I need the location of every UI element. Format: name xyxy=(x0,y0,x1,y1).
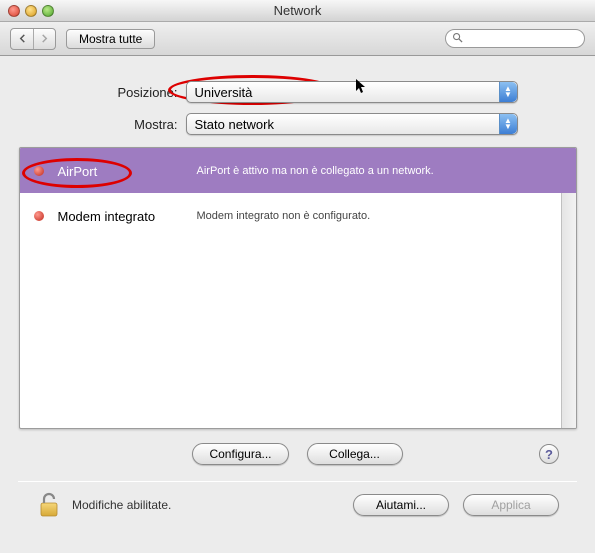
content: Posizione: Università ▲▼ Mostra: Stato n… xyxy=(0,56,595,518)
show-all-button[interactable]: Mostra tutte xyxy=(66,29,155,49)
footer-status: Modifiche abilitate. xyxy=(72,498,343,512)
show-row: Mostra: Stato network ▲▼ xyxy=(78,113,518,135)
window-title: Network xyxy=(0,3,595,18)
interfaces-list: AirPort AirPort è attivo ma non è colleg… xyxy=(19,147,577,429)
interface-desc: Modem integrato non è configurato. xyxy=(197,207,558,222)
forward-button[interactable] xyxy=(33,29,55,49)
interface-name: AirPort xyxy=(58,162,183,179)
lock-icon[interactable] xyxy=(36,492,62,518)
action-row: Configura... Collega... ? xyxy=(18,443,577,465)
separator xyxy=(18,481,577,482)
interface-name: Modem integrato xyxy=(58,207,183,224)
configure-button[interactable]: Configura... xyxy=(192,443,288,465)
show-value: Stato network xyxy=(195,117,275,132)
help-me-button[interactable]: Aiutami... xyxy=(353,494,449,516)
interface-row-modem[interactable]: Modem integrato Modem integrato non è co… xyxy=(20,193,576,238)
configure-label: Configura... xyxy=(209,447,271,461)
location-select[interactable]: Università ▲▼ xyxy=(186,81,518,103)
interface-desc: AirPort è attivo ma non è collegato a un… xyxy=(197,162,558,177)
titlebar: Network xyxy=(0,0,595,22)
footer-buttons: Aiutami... Applica xyxy=(353,494,559,516)
apply-label: Applica xyxy=(491,498,530,512)
back-button[interactable] xyxy=(11,29,33,49)
help-label: ? xyxy=(545,447,553,462)
toolbar: Mostra tutte xyxy=(0,22,595,56)
show-select[interactable]: Stato network ▲▼ xyxy=(186,113,518,135)
show-label: Mostra: xyxy=(78,117,178,132)
show-all-label: Mostra tutte xyxy=(79,32,142,46)
help-me-label: Aiutami... xyxy=(376,498,426,512)
apply-button[interactable]: Applica xyxy=(463,494,559,516)
select-arrows-icon: ▲▼ xyxy=(499,82,517,102)
footer: Modifiche abilitate. Aiutami... Applica xyxy=(18,492,577,518)
search-icon xyxy=(452,32,463,46)
location-row: Posizione: Università ▲▼ xyxy=(78,81,518,103)
location-value: Università xyxy=(195,85,253,100)
form-rows: Posizione: Università ▲▼ Mostra: Stato n… xyxy=(78,81,518,135)
status-dot-icon xyxy=(34,211,44,221)
interface-row-airport[interactable]: AirPort AirPort è attivo ma non è colleg… xyxy=(20,148,576,193)
status-dot-icon xyxy=(34,166,44,176)
search-input[interactable] xyxy=(467,33,595,45)
nav-buttons xyxy=(10,28,56,50)
connect-button[interactable]: Collega... xyxy=(307,443,403,465)
select-arrows-icon: ▲▼ xyxy=(499,114,517,134)
location-label: Posizione: xyxy=(78,85,178,100)
help-button[interactable]: ? xyxy=(539,444,559,464)
connect-label: Collega... xyxy=(329,447,380,461)
search-field[interactable] xyxy=(445,29,585,48)
